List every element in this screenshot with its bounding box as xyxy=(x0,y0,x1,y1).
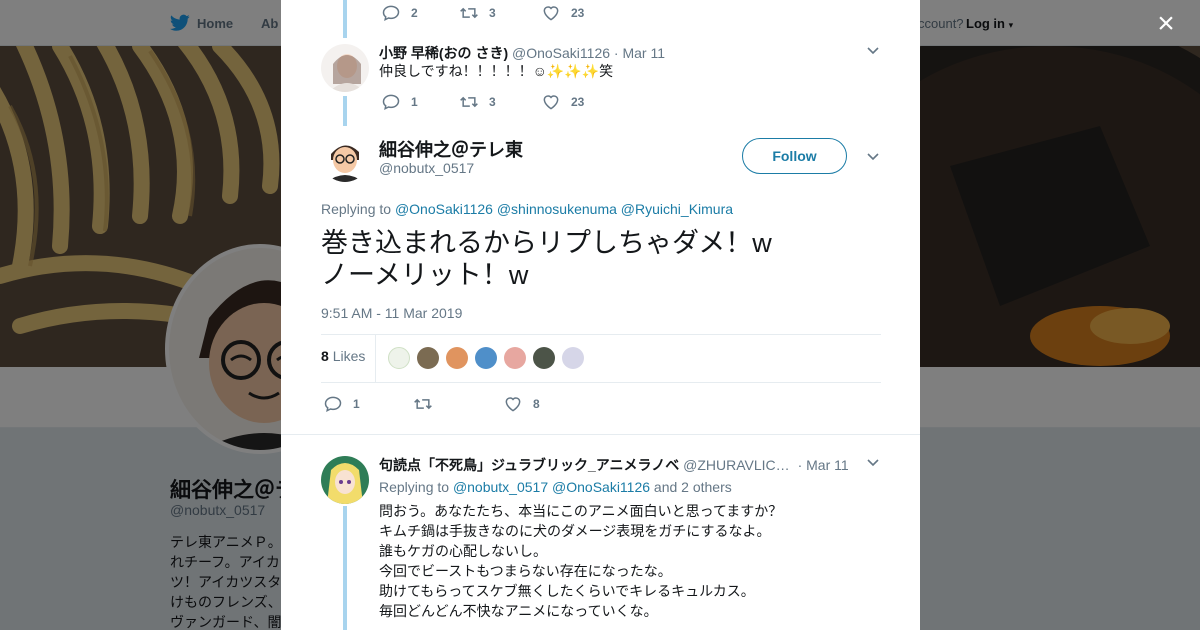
heart-icon xyxy=(543,95,559,110)
tweet-actions: 2 3 23 xyxy=(381,3,614,23)
replying-to: Replying to @OnoSaki1126 @shinnosukenuma… xyxy=(321,201,734,217)
like-button[interactable]: 8 xyxy=(503,394,540,414)
likers-avatars xyxy=(388,347,591,369)
divider xyxy=(321,334,881,335)
retweet-icon xyxy=(460,96,478,108)
avatar[interactable] xyxy=(321,44,369,92)
chevron-down-icon[interactable] xyxy=(866,456,880,470)
thread-line xyxy=(343,506,347,630)
reply-button[interactable]: 1 xyxy=(323,394,383,414)
divider xyxy=(321,382,881,383)
replying-to: Replying to @nobutx_0517 @OnoSaki1126 an… xyxy=(379,479,732,495)
avatar[interactable] xyxy=(388,347,410,369)
tweet-timestamp[interactable]: 9:51 AM - 11 Mar 2019 xyxy=(321,303,462,323)
user-name[interactable]: 句読点「不死鳥」ジュラブリック_アニメラノベ xyxy=(379,457,679,473)
likes-count[interactable]: 8 Likes xyxy=(321,348,365,364)
mention-link[interactable]: @nobutx_0517 xyxy=(453,479,548,495)
divider xyxy=(375,335,376,382)
avatar[interactable] xyxy=(321,456,369,504)
like-button[interactable]: 23 xyxy=(541,92,584,112)
avatar[interactable] xyxy=(417,347,439,369)
tweet-header: 句読点「不死鳥」ジュラブリック_アニメラノベ @ZHURAVLIC… · Mar… xyxy=(379,455,849,475)
avatar[interactable] xyxy=(562,347,584,369)
reply-icon xyxy=(382,94,400,111)
retweet-icon xyxy=(460,7,478,19)
user-name[interactable]: 細谷伸之＠テレ東 xyxy=(379,136,523,162)
tweet-text: 仲良しですね！！！！！☺✨✨✨笑 xyxy=(379,63,614,79)
tweet-actions: 1 3 23 xyxy=(381,92,614,112)
user-handle[interactable]: @nobutx_0517 xyxy=(379,160,474,176)
reply-icon xyxy=(324,396,342,413)
avatar[interactable] xyxy=(446,347,468,369)
avatar[interactable] xyxy=(533,347,555,369)
reply-button[interactable]: 2 xyxy=(381,3,429,23)
mention-link[interactable]: @OnoSaki1126 xyxy=(552,479,650,495)
user-handle[interactable]: @ZHURAVLIC… xyxy=(683,457,790,473)
chevron-down-icon[interactable] xyxy=(866,44,880,58)
follow-button[interactable]: Follow xyxy=(742,138,847,174)
tweet-text: 巻き込まれるからリプしちゃダメ！w ノーメリット！w xyxy=(321,228,772,290)
tweet-date[interactable]: · Mar 11 xyxy=(614,45,665,61)
avatar[interactable] xyxy=(475,347,497,369)
user-handle[interactable]: @OnoSaki1126 xyxy=(512,45,610,61)
tweet-text: 問おう。あなたたち、本当にこのアニメ面白いと思ってますか？ キムチ鍋は手抜きなの… xyxy=(379,503,783,619)
close-icon[interactable]: × xyxy=(1150,8,1182,40)
reply-button[interactable]: 1 xyxy=(381,92,429,112)
mention-link[interactable]: @Ryuichi_Kimura xyxy=(621,201,733,217)
tweet-header: 小野 早稀(おの さき) @OnoSaki1126 · Mar 11 xyxy=(379,43,665,63)
mention-link[interactable]: @shinnosukenuma xyxy=(497,201,617,217)
mention-link[interactable]: @OnoSaki1126 xyxy=(395,201,493,217)
user-name[interactable]: 小野 早稀(おの さき) xyxy=(379,45,508,61)
retweet-button[interactable]: 3 xyxy=(459,92,511,112)
thread-line xyxy=(343,0,347,38)
retweet-icon xyxy=(414,398,432,410)
reply-icon xyxy=(382,5,400,22)
avatar[interactable] xyxy=(321,134,369,182)
retweet-button[interactable]: 3 xyxy=(459,3,511,23)
thread-line xyxy=(343,96,347,126)
like-button[interactable]: 23 xyxy=(541,3,584,23)
tweet-actions: 1 8 xyxy=(323,394,570,414)
chevron-down-icon[interactable] xyxy=(866,150,880,164)
avatar[interactable] xyxy=(504,347,526,369)
heart-icon xyxy=(543,6,559,21)
heart-icon xyxy=(505,397,521,412)
tweet-date[interactable]: · Mar 11 xyxy=(798,457,849,473)
tweet-modal: 2 3 23 小野 早稀(おの さき) @OnoSaki1126 · Mar 1… xyxy=(281,0,920,630)
divider xyxy=(281,434,920,435)
retweet-button[interactable] xyxy=(413,394,473,414)
